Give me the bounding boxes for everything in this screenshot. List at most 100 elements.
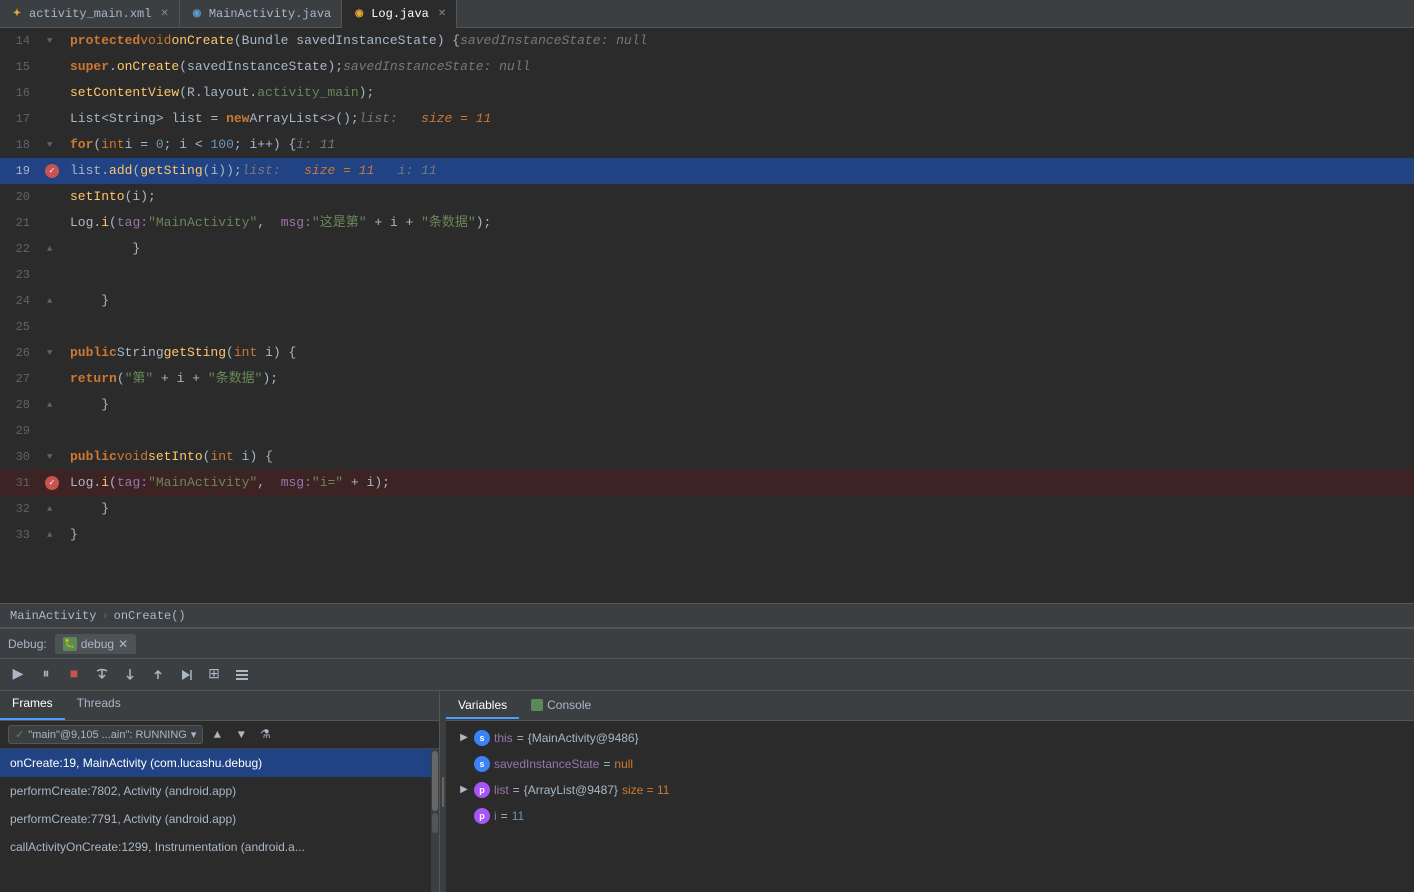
frame-text-performcreate1: performCreate:7802, Activity (android.ap… bbox=[10, 784, 236, 798]
xml-file-icon: ✦ bbox=[10, 7, 24, 21]
var-expand-this[interactable]: ▶ bbox=[458, 732, 470, 744]
fold-28[interactable]: ▲ bbox=[47, 400, 57, 410]
line-num-20: 20 bbox=[0, 184, 38, 210]
step-over-button[interactable] bbox=[90, 663, 114, 687]
fold-22[interactable]: ▲ bbox=[47, 244, 57, 254]
code-editor: 14 ▼ protected void onCreate(Bundle save… bbox=[0, 28, 1414, 603]
var-name-list: list bbox=[494, 780, 509, 800]
thread-selector[interactable]: ✓ "main"@9,105 ...ain": RUNNING ▾ bbox=[8, 725, 203, 744]
frame-text-callactivity: callActivityOnCreate:1299, Instrumentati… bbox=[10, 840, 305, 854]
fold-18[interactable]: ▼ bbox=[47, 140, 57, 150]
tab-mainactivity-java[interactable]: ◉ MainActivity.java bbox=[180, 0, 342, 28]
frames-list: onCreate:19, MainActivity (com.lucashu.d… bbox=[0, 749, 439, 892]
frames-panel: Frames Threads ✓ "main"@9,105 ...ain": R… bbox=[0, 691, 440, 892]
frame-up-button[interactable]: ▲ bbox=[207, 725, 227, 745]
scroll-gutter bbox=[431, 749, 439, 892]
line-content-30: public void setInto(int i) { bbox=[66, 444, 1414, 470]
line-content-24: } bbox=[66, 288, 1414, 314]
line-num-22: 22 bbox=[0, 236, 38, 262]
gutter-32: ▲ bbox=[38, 496, 66, 522]
tab-threads[interactable]: Threads bbox=[65, 691, 133, 720]
var-name-i: i bbox=[494, 806, 497, 826]
frame-item-oncreate[interactable]: onCreate:19, MainActivity (com.lucashu.d… bbox=[0, 749, 439, 777]
scroll-thumb[interactable] bbox=[432, 751, 438, 811]
code-line-20: 20 setInto(i); bbox=[0, 184, 1414, 210]
var-type-this: s bbox=[474, 730, 490, 746]
var-val-i: 11 bbox=[512, 806, 524, 826]
var-eq-saved: = bbox=[603, 754, 610, 774]
close-debug-tab[interactable]: ✕ bbox=[118, 637, 128, 651]
code-line-28: 28 ▲ } bbox=[0, 392, 1414, 418]
var-eq-list: = bbox=[513, 780, 520, 800]
line-content-18: for (int i = 0; i < 100; i++) { i: 11 bbox=[66, 132, 1414, 158]
gutter-26: ▼ bbox=[38, 340, 66, 366]
stop-button[interactable]: ■ bbox=[62, 663, 86, 687]
thread-name: "main"@9,105 ...ain": RUNNING bbox=[28, 729, 187, 741]
breadcrumb-class: MainActivity bbox=[10, 609, 96, 623]
code-line-29: 29 bbox=[0, 418, 1414, 444]
tab-label-activity-main: activity_main.xml bbox=[29, 7, 151, 21]
close-tab-log[interactable]: ✕ bbox=[438, 8, 446, 20]
var-type-i: p bbox=[474, 808, 490, 824]
tab-bar: ✦ activity_main.xml ✕ ◉ MainActivity.jav… bbox=[0, 0, 1414, 28]
var-type-saved: s bbox=[474, 756, 490, 772]
tab-activity-main-xml[interactable]: ✦ activity_main.xml ✕ bbox=[0, 0, 180, 28]
fold-24[interactable]: ▲ bbox=[47, 296, 57, 306]
resume-button[interactable]: ▶ bbox=[6, 663, 30, 687]
tab-frames[interactable]: Frames bbox=[0, 691, 65, 720]
breakpoint-31[interactable] bbox=[45, 476, 59, 490]
var-name-this: this bbox=[494, 728, 513, 748]
console-label: Console bbox=[547, 698, 591, 712]
pause-button[interactable]: ⏸ bbox=[34, 663, 58, 687]
tab-log-java[interactable]: ◉ Log.java ✕ bbox=[342, 0, 457, 28]
debug-tab-label: debug bbox=[81, 637, 114, 651]
fold-26[interactable]: ▼ bbox=[47, 348, 57, 358]
tab-console[interactable]: Console bbox=[519, 693, 603, 719]
breadcrumb-separator: › bbox=[101, 609, 108, 623]
line-content-27: return ("第" + i + "条数据"); bbox=[66, 366, 1414, 392]
code-line-21: 21 Log.i( tag: "MainActivity", msg: "这是第… bbox=[0, 210, 1414, 236]
gutter-23 bbox=[38, 262, 66, 288]
debug-tab-bar: Debug: 🐛 debug ✕ bbox=[0, 629, 1414, 659]
step-out-button[interactable] bbox=[146, 663, 170, 687]
evaluate-button[interactable]: ⊞ bbox=[202, 663, 226, 687]
step-into-button[interactable] bbox=[118, 663, 142, 687]
debug-tab-icon: 🐛 bbox=[63, 637, 77, 651]
filter-button[interactable]: ⚗ bbox=[255, 725, 275, 745]
tab-label-log: Log.java bbox=[371, 7, 429, 21]
breakpoint-19[interactable] bbox=[45, 164, 59, 178]
line-content-32: } bbox=[66, 496, 1414, 522]
frame-text-performcreate2: performCreate:7791, Activity (android.ap… bbox=[10, 812, 236, 826]
fold-33[interactable]: ▲ bbox=[47, 530, 57, 540]
close-tab-activity-main[interactable]: ✕ bbox=[160, 8, 168, 20]
fold-32[interactable]: ▲ bbox=[47, 504, 57, 514]
line-num-26: 26 bbox=[0, 340, 38, 366]
thread-dropdown-icon: ▾ bbox=[191, 728, 197, 741]
fold-14[interactable]: ▼ bbox=[47, 36, 57, 46]
tab-label-mainactivity: MainActivity.java bbox=[209, 7, 331, 21]
frame-item-performcreate2[interactable]: performCreate:7791, Activity (android.ap… bbox=[0, 805, 439, 833]
gutter-24: ▲ bbox=[38, 288, 66, 314]
debug-tab[interactable]: 🐛 debug ✕ bbox=[55, 634, 136, 654]
var-expand-i: ▶ bbox=[458, 810, 470, 822]
gutter-16 bbox=[38, 80, 66, 106]
tab-variables[interactable]: Variables bbox=[446, 693, 519, 719]
frame-down-button[interactable]: ▼ bbox=[231, 725, 251, 745]
var-expand-list[interactable]: ▶ bbox=[458, 784, 470, 796]
breadcrumb: MainActivity › onCreate() bbox=[0, 603, 1414, 627]
variables-header: Variables Console bbox=[446, 691, 1414, 721]
scroll-thumb-bottom[interactable] bbox=[432, 813, 438, 833]
var-item-list: ▶ p list = {ArrayList@9487} size = 11 bbox=[454, 777, 1406, 803]
frames-header: Frames Threads bbox=[0, 691, 439, 721]
trace-button[interactable] bbox=[230, 663, 254, 687]
line-content-31: Log.i( tag: "MainActivity", msg: "i=" + … bbox=[66, 470, 1414, 496]
java-file-icon-orange: ◉ bbox=[352, 7, 366, 21]
frame-item-callactivity[interactable]: callActivityOnCreate:1299, Instrumentati… bbox=[0, 833, 439, 861]
fold-30[interactable]: ▼ bbox=[47, 452, 57, 462]
frame-item-performcreate1[interactable]: performCreate:7802, Activity (android.ap… bbox=[0, 777, 439, 805]
gutter-21 bbox=[38, 210, 66, 236]
run-to-cursor-button[interactable] bbox=[174, 663, 198, 687]
line-content-29 bbox=[66, 418, 1414, 444]
code-line-18: 18 ▼ for (int i = 0; i < 100; i++) { i: … bbox=[0, 132, 1414, 158]
line-content-17: List<String> list = new ArrayList<>(); l… bbox=[66, 106, 1414, 132]
